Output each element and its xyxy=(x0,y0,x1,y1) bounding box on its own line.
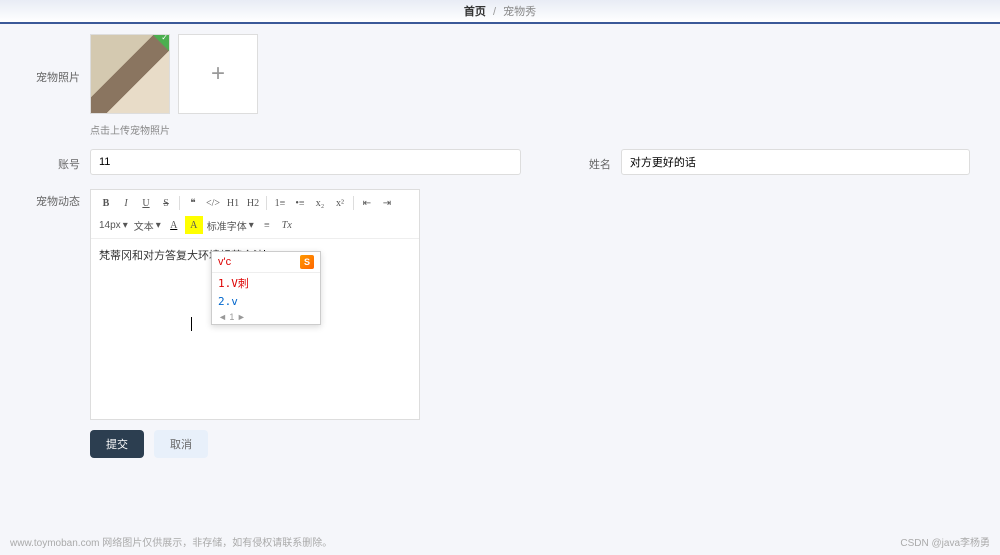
ul-button[interactable]: •≡ xyxy=(291,194,309,212)
chevron-down-icon: ▾ xyxy=(156,220,161,231)
photo-thumbnail[interactable]: ✓ xyxy=(90,34,170,114)
breadcrumb: 首页 / 宠物秀 xyxy=(464,3,536,19)
cancel-button[interactable]: 取消 xyxy=(154,430,208,458)
outdent-button[interactable]: ⇤ xyxy=(358,194,376,212)
ime-candidate[interactable]: 2.v xyxy=(212,293,320,310)
ime-pinyin: v'c xyxy=(218,256,231,268)
font-select[interactable]: 文本▾ xyxy=(132,216,163,234)
label-photo: 宠物照片 xyxy=(30,34,80,85)
code-button[interactable]: </> xyxy=(204,194,222,212)
ime-candidate[interactable]: 1.V刺 xyxy=(212,273,320,293)
underline-button[interactable]: U xyxy=(137,194,155,212)
page-header: 首页 / 宠物秀 xyxy=(0,0,1000,24)
quote-button[interactable]: ❝ xyxy=(184,194,202,212)
toolbar-sep xyxy=(179,196,180,210)
clear-format-button[interactable]: Tx xyxy=(278,216,296,234)
check-icon: ✓ xyxy=(161,33,168,42)
breadcrumb-home[interactable]: 首页 xyxy=(464,6,486,18)
text-cursor-icon xyxy=(191,317,192,331)
sup-button[interactable]: x² xyxy=(331,194,349,212)
align-button[interactable]: ≡ xyxy=(258,216,276,234)
rich-editor: B I U S ❝ </> H1 H2 1≡ •≡ x₂ x² ⇤ ⇥ xyxy=(90,189,420,420)
add-photo-button[interactable]: + xyxy=(178,34,258,114)
plus-icon: + xyxy=(211,60,225,88)
ime-popup: v'c S 1.V刺 2.v ◄ 1 ► xyxy=(211,251,321,325)
ol-button[interactable]: 1≡ xyxy=(271,194,289,212)
indent-button[interactable]: ⇥ xyxy=(378,194,396,212)
footer-right: CSDN @java李杨勇 xyxy=(900,534,990,549)
chevron-down-icon: ▾ xyxy=(249,220,254,231)
fontfamily-select[interactable]: 标准字体▾ xyxy=(205,216,256,234)
h1-button[interactable]: H1 xyxy=(224,194,242,212)
toolbar-sep xyxy=(266,196,267,210)
page-footer: www.toymoban.com 网络图片仅供展示，非存储，如有侵权请联系删除。… xyxy=(10,534,990,549)
label-name: 姓名 xyxy=(561,152,611,172)
strike-button[interactable]: S xyxy=(157,194,175,212)
footer-left: www.toymoban.com 网络图片仅供展示，非存储，如有侵权请联系删除。 xyxy=(10,534,332,549)
label-diary: 宠物动态 xyxy=(30,189,80,209)
fontsize-select[interactable]: 14px▾ xyxy=(97,216,130,234)
bgcolor-button[interactable]: A xyxy=(185,216,203,234)
italic-button[interactable]: I xyxy=(117,194,135,212)
bold-button[interactable]: B xyxy=(97,194,115,212)
editor-body[interactable]: 梵蒂冈和对方答复大环境规范合法 v'c S 1.V刺 2.v ◄ 1 ► xyxy=(91,239,419,419)
breadcrumb-current: 宠物秀 xyxy=(503,6,536,18)
chevron-down-icon: ▾ xyxy=(123,220,128,231)
account-input[interactable] xyxy=(90,149,521,175)
sogou-logo-icon: S xyxy=(300,255,314,269)
editor-toolbar: B I U S ❝ </> H1 H2 1≡ •≡ x₂ x² ⇤ ⇥ xyxy=(91,190,419,239)
toolbar-sep xyxy=(353,196,354,210)
color-button[interactable]: A xyxy=(165,216,183,234)
submit-button[interactable]: 提交 xyxy=(90,430,144,458)
h2-button[interactable]: H2 xyxy=(244,194,262,212)
ime-input-row: v'c S xyxy=(212,252,320,273)
name-input[interactable] xyxy=(621,149,970,175)
ime-pager[interactable]: ◄ 1 ► xyxy=(212,310,320,324)
sub-button[interactable]: x₂ xyxy=(311,194,329,212)
breadcrumb-sep: / xyxy=(493,6,496,18)
label-account: 账号 xyxy=(30,152,80,172)
upload-hint[interactable]: 点击上传宠物照片 xyxy=(90,122,970,137)
